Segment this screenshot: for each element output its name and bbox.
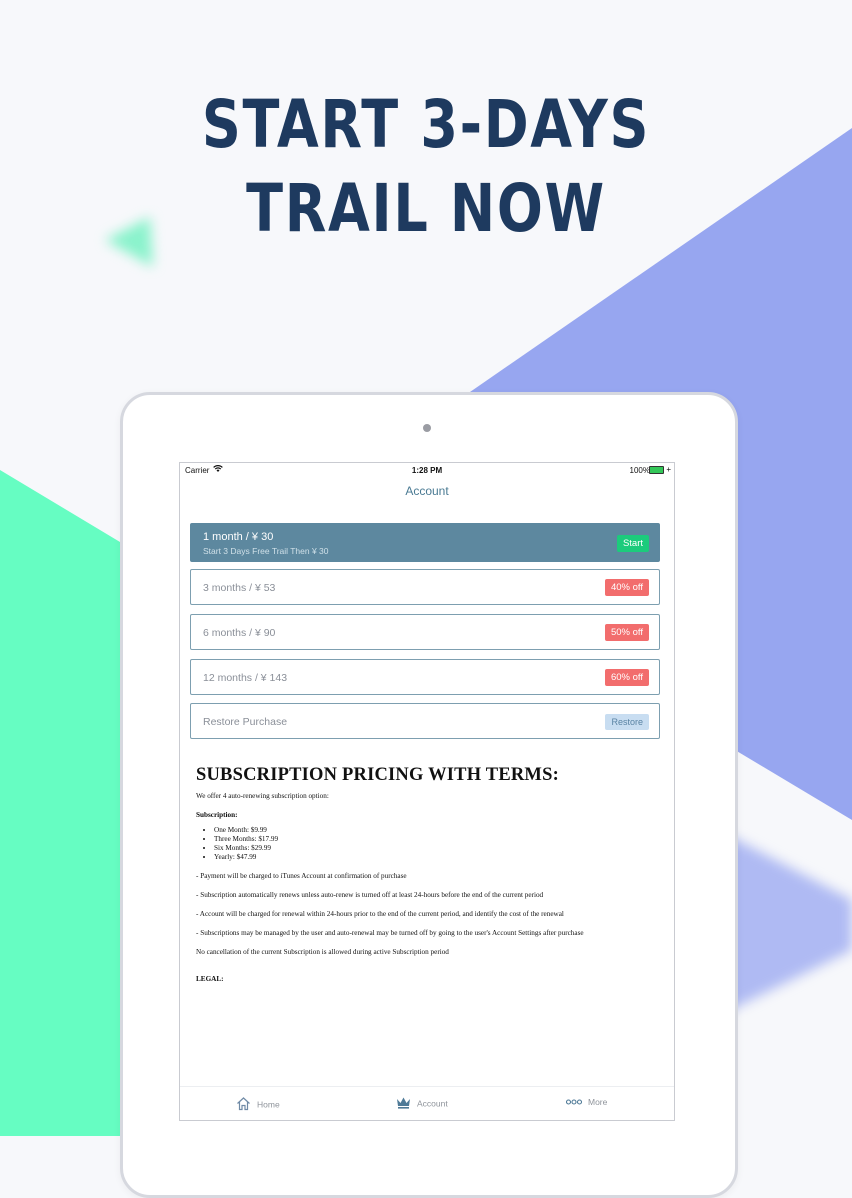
tab-home-label: Home: [257, 1099, 280, 1110]
plan-label: 6 months / ¥ 90: [203, 627, 276, 639]
discount-badge: 40% off: [604, 579, 649, 596]
tab-bar: Home Account More: [180, 1086, 674, 1120]
tab-account[interactable]: Account: [396, 1096, 448, 1111]
terms-point: - Subscriptions may be managed by the us…: [196, 929, 584, 937]
mint-triangle: [0, 470, 125, 1136]
charging-icon: +: [666, 465, 671, 474]
discount-badge: 60% off: [604, 669, 649, 686]
subscription-heading: Subscription:: [196, 811, 238, 819]
option-item: Three Months: $17.99: [214, 835, 662, 844]
battery-percent: 100%: [629, 466, 650, 475]
start-button[interactable]: Start: [616, 535, 649, 552]
plan-label: 1 month / ¥ 30: [203, 531, 274, 543]
plan-label: 12 months / ¥ 143: [203, 672, 288, 684]
terms-point: - Account will be charged for renewal wi…: [196, 910, 564, 918]
terms-point: - Subscription automatically renews unle…: [196, 891, 544, 899]
terms-point: - Payment will be charged to iTunes Acco…: [196, 872, 407, 880]
plan-sublabel: Start 3 Days Free Trail Then ¥ 30: [203, 546, 329, 556]
terms-intro: We offer 4 auto-renewing subscription op…: [196, 792, 329, 800]
option-item: One Month: $9.99: [214, 826, 662, 835]
nav-title: Account: [405, 484, 449, 498]
restore-label: Restore Purchase: [203, 716, 288, 728]
headline-line-1: START 3-DAYS: [201, 86, 651, 163]
battery-icon: [649, 466, 664, 474]
status-bar: Carrier 1:28 PM 100% +: [180, 463, 674, 477]
tab-more[interactable]: More: [565, 1096, 608, 1107]
plan-row-1-month[interactable]: 1 month / ¥ 30 Start 3 Days Free Trail T…: [190, 523, 660, 562]
option-item: Six Months: $29.99: [214, 844, 662, 853]
plan-row-3-months[interactable]: 3 months / ¥ 53 40% off: [190, 569, 660, 605]
tab-home[interactable]: Home: [236, 1096, 280, 1113]
app-screen: Carrier 1:28 PM 100% + Account 1 month /…: [179, 462, 675, 1121]
tab-account-label: Account: [417, 1098, 448, 1109]
plan-label: 3 months / ¥ 53: [203, 582, 276, 594]
discount-badge: 50% off: [604, 624, 649, 641]
dots-icon: [565, 1097, 583, 1107]
plan-row-6-months[interactable]: 6 months / ¥ 90 50% off: [190, 614, 660, 650]
tab-more-label: More: [588, 1096, 608, 1107]
status-time: 1:28 PM: [411, 466, 443, 475]
terms-section: SUBSCRIPTION PRICING WITH TERMS: We offe…: [196, 765, 662, 994]
terms-point: No cancellation of the current Subscript…: [196, 948, 449, 956]
tablet-camera: [423, 424, 431, 432]
option-item: Yearly: $47.99: [214, 853, 662, 862]
headline-line-2: TRAIL NOW: [246, 170, 606, 247]
legal-heading: LEGAL:: [196, 975, 224, 983]
terms-heading: SUBSCRIPTION PRICING WITH TERMS:: [196, 765, 559, 785]
restore-button[interactable]: Restore: [605, 714, 649, 730]
subscription-options: One Month: $9.99 Three Months: $17.99 Si…: [196, 826, 662, 862]
plan-row-12-months[interactable]: 12 months / ¥ 143 60% off: [190, 659, 660, 695]
crown-icon: [396, 1096, 411, 1111]
restore-purchase-row[interactable]: Restore Purchase Restore: [190, 703, 660, 739]
house-icon: [236, 1096, 251, 1113]
